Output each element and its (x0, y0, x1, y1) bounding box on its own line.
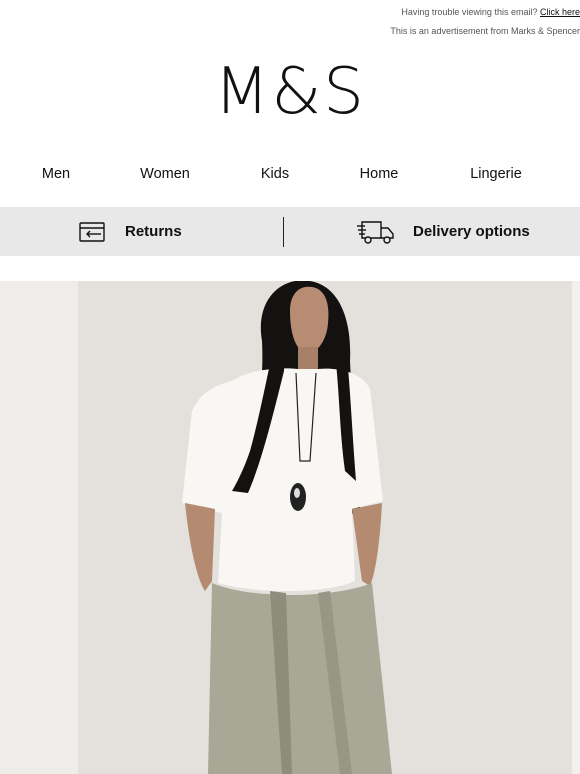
trouble-viewing-text: Having trouble viewing this email? (401, 7, 538, 17)
services-divider (283, 217, 284, 247)
click-here-link[interactable]: Click here (540, 7, 580, 17)
hero-image[interactable] (0, 281, 580, 774)
preheader: Having trouble viewing this email? Click… (180, 6, 580, 37)
nav-item-home[interactable]: Home (360, 160, 399, 188)
brand-logo[interactable]: M&S (0, 52, 580, 132)
nav-item-men[interactable]: Men (42, 160, 70, 188)
main-nav: Men Women Kids Home Lingerie (0, 160, 580, 188)
services-band: Returns Delivery options (0, 207, 580, 256)
nav-item-women[interactable]: Women (140, 160, 190, 188)
returns-label: Returns (125, 223, 182, 240)
nav-item-lingerie[interactable]: Lingerie (470, 160, 522, 188)
returns-card-icon (79, 220, 107, 244)
nav-item-kids[interactable]: Kids (261, 160, 289, 188)
preheader-row: Having trouble viewing this email? Click… (180, 6, 580, 18)
delivery-options-link[interactable]: Delivery options (357, 207, 530, 256)
returns-link[interactable]: Returns (79, 207, 182, 256)
hero-illustration (0, 281, 580, 774)
delivery-truck-icon (357, 219, 395, 245)
advertisement-notice: This is an advertisement from Marks & Sp… (390, 26, 580, 36)
delivery-options-label: Delivery options (413, 223, 530, 240)
